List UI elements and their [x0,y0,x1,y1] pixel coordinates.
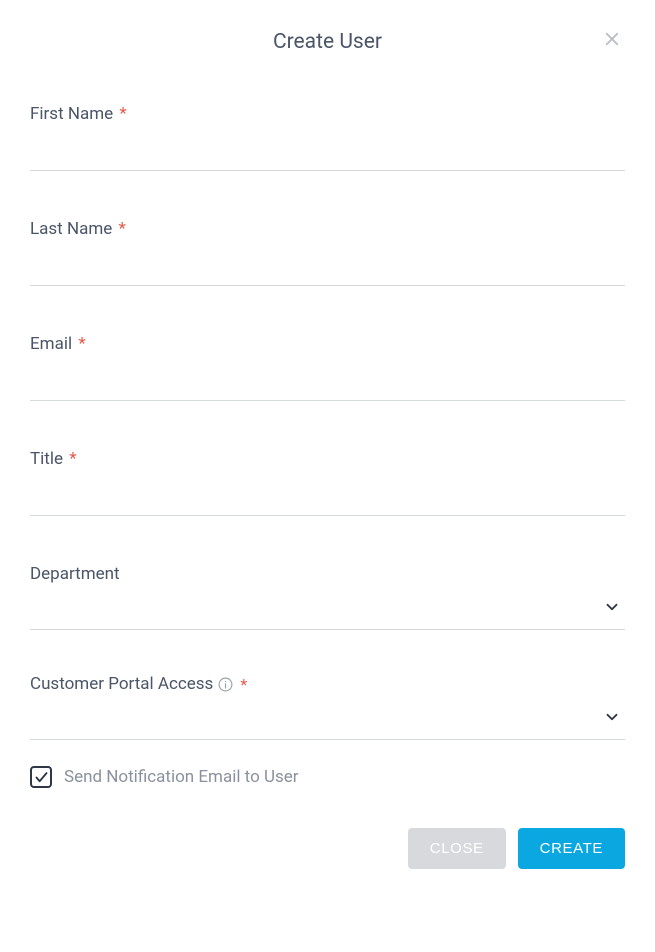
close-button[interactable]: CLOSE [408,828,506,869]
required-marker: * [69,449,76,469]
required-marker: * [118,219,125,239]
first-name-label-text: First Name [30,104,113,124]
first-name-input[interactable] [30,130,625,171]
last-name-input[interactable] [30,245,625,286]
last-name-label-text: Last Name [30,219,112,239]
title-label-text: Title [30,449,63,469]
required-marker: * [78,334,85,354]
create-user-dialog: Create User First Name * Last Name * [0,0,655,952]
portal-access-select-wrap [30,700,625,740]
department-select-wrap [30,590,625,630]
portal-access-label: Customer Portal Access [30,674,213,694]
title-label: Title * [30,449,625,469]
dialog-actions: CLOSE CREATE [30,828,625,869]
dialog-header: Create User [30,30,625,94]
email-group: Email * [30,334,625,401]
email-label-text: Email [30,334,72,354]
required-marker: * [119,104,126,124]
department-select[interactable] [30,590,625,630]
title-group: Title * [30,449,625,516]
department-group: Department [30,564,625,630]
required-marker: * [240,675,247,694]
dialog-title: Create User [30,30,625,54]
email-label: Email * [30,334,625,354]
portal-access-group: Customer Portal Access * [30,674,625,740]
send-notification-row: Send Notification Email to User [30,766,625,788]
send-notification-label: Send Notification Email to User [64,767,299,787]
first-name-group: First Name * [30,104,625,171]
portal-access-label-row: Customer Portal Access * [30,674,625,694]
portal-access-select[interactable] [30,700,625,740]
create-button[interactable]: CREATE [518,828,625,869]
department-label: Department [30,564,625,584]
first-name-label: First Name * [30,104,625,124]
form-body: First Name * Last Name * Email * Title * [30,94,625,869]
last-name-group: Last Name * [30,219,625,286]
info-icon[interactable] [217,676,234,693]
send-notification-checkbox[interactable] [30,766,52,788]
title-input[interactable] [30,475,625,516]
close-icon[interactable] [603,30,621,52]
last-name-label: Last Name * [30,219,625,239]
email-input[interactable] [30,360,625,401]
